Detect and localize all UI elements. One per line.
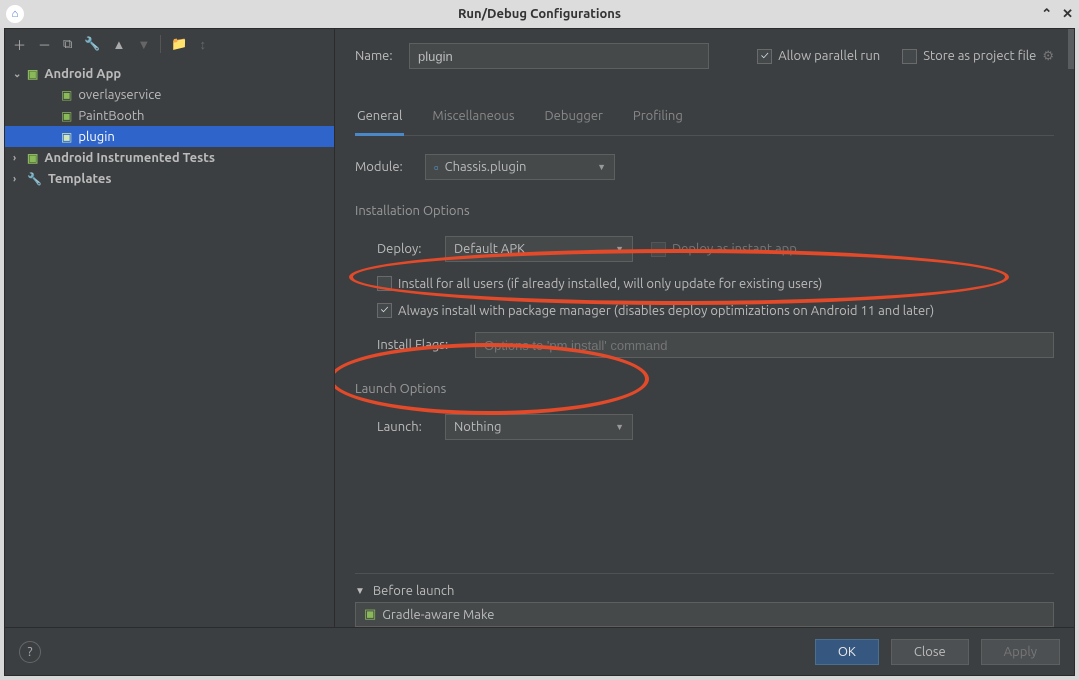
tree-group-label: Android Instrumented Tests (44, 151, 215, 165)
before-launch-header[interactable]: ▼ Before launch (355, 580, 1054, 602)
android-icon: ▣ (61, 130, 72, 144)
checkbox-label: Install for all users (if already instal… (398, 277, 822, 291)
scrollbar[interactable] (1068, 29, 1074, 627)
module-label: Module: (355, 160, 415, 174)
allow-parallel-checkbox[interactable]: Allow parallel run (757, 49, 880, 64)
chevron-down-icon: ▼ (615, 422, 624, 432)
tree-toolbar: ＋ － ⧉ 🔧 ▲ ▼ 📁 ↕ (5, 29, 334, 59)
android-test-icon: ▣ (27, 151, 38, 165)
android-icon: ▣ (364, 607, 376, 622)
tree-group-android-app[interactable]: ⌄ ▣ Android App (5, 63, 334, 84)
checkbox-icon (377, 303, 392, 318)
module-icon: ▫ (434, 160, 439, 175)
checkbox-icon (902, 49, 917, 64)
chevron-right-icon: › (13, 152, 27, 163)
launch-value: Nothing (454, 420, 501, 434)
name-input[interactable] (409, 43, 709, 69)
install-flags-label: Install Flags: (377, 338, 465, 352)
checkbox-icon (377, 276, 392, 291)
remove-config-icon[interactable]: － (38, 35, 51, 54)
deploy-instant-checkbox[interactable]: Deploy as instant app (651, 242, 797, 257)
checkbox-label: Always install with package manager (dis… (398, 304, 934, 318)
wrench-icon: 🔧 (27, 172, 42, 186)
launch-label: Launch: (377, 420, 435, 434)
gear-icon[interactable]: ⚙ (1042, 49, 1054, 64)
android-icon: ▣ (61, 109, 72, 123)
tree-group-label: Templates (48, 172, 112, 186)
install-all-users-checkbox[interactable]: Install for all users (if already instal… (377, 276, 1054, 291)
tree-item-label: plugin (78, 130, 115, 144)
tab-bar: General Miscellaneous Debugger Profiling (355, 103, 1054, 136)
tree-item-paintbooth[interactable]: ▣ PaintBooth (5, 105, 334, 126)
launch-options-title: Launch Options (355, 382, 1054, 396)
chevron-down-icon: ⌄ (13, 68, 27, 80)
tab-debugger[interactable]: Debugger (542, 103, 604, 135)
android-icon: ▣ (61, 88, 72, 102)
checkbox-icon (651, 242, 666, 257)
chevron-right-icon: › (13, 173, 27, 184)
ok-button[interactable]: OK (815, 639, 879, 665)
chevron-down-icon: ▼ (615, 244, 624, 254)
tree-group-templates[interactable]: › 🔧 Templates (5, 168, 334, 189)
tab-profiling[interactable]: Profiling (631, 103, 685, 135)
copy-config-icon[interactable]: ⧉ (63, 37, 72, 52)
tree-item-label: overlayservice (78, 88, 161, 102)
launch-select[interactable]: Nothing ▼ (445, 414, 633, 440)
before-launch-title: Before launch (373, 584, 454, 598)
before-launch-item-label: Gradle-aware Make (382, 608, 494, 622)
config-tree-panel: ＋ － ⧉ 🔧 ▲ ▼ 📁 ↕ ⌄ ▣ Android App ▣ overla… (5, 29, 335, 627)
module-value: Chassis.plugin (445, 160, 527, 174)
window-title: Run/Debug Configurations (458, 7, 621, 21)
deploy-value: Default APK (454, 242, 525, 256)
titlebar: ⌂ Run/Debug Configurations ⌃ ✕ (0, 0, 1079, 28)
config-form-panel: Name: Allow parallel run Store as projec… (335, 29, 1074, 627)
folder-icon[interactable]: 📁 (171, 37, 187, 52)
checkbox-icon (757, 49, 772, 64)
chevron-down-icon: ▼ (355, 585, 365, 597)
move-up-icon[interactable]: ▲ (113, 37, 126, 52)
store-as-project-checkbox[interactable]: Store as project file ⚙ (902, 49, 1054, 64)
installation-options-title: Installation Options (355, 204, 1054, 218)
dialog-footer: ? OK Close Apply (5, 627, 1074, 675)
sort-icon[interactable]: ↕ (199, 37, 206, 52)
help-button[interactable]: ? (19, 641, 41, 663)
deploy-select[interactable]: Default APK ▼ (445, 236, 633, 262)
before-launch-section: ▼ Before launch ▣ Gradle-aware Make (355, 573, 1054, 627)
close-button[interactable]: Close (891, 639, 969, 665)
tab-miscellaneous[interactable]: Miscellaneous (430, 103, 516, 135)
tree-item-label: PaintBooth (78, 109, 144, 123)
add-config-icon[interactable]: ＋ (13, 35, 26, 54)
config-tree[interactable]: ⌄ ▣ Android App ▣ overlayservice ▣ Paint… (5, 59, 334, 627)
module-select[interactable]: ▫ Chassis.plugin ▼ (425, 154, 615, 180)
always-package-manager-checkbox[interactable]: Always install with package manager (dis… (377, 303, 1054, 318)
checkbox-label: Deploy as instant app (672, 242, 797, 256)
chevron-down-icon: ▼ (597, 162, 606, 172)
install-flags-input[interactable] (475, 332, 1054, 358)
tree-item-plugin[interactable]: ▣ plugin (5, 126, 334, 147)
tree-group-label: Android App (44, 67, 121, 81)
name-label: Name: (355, 49, 409, 63)
apply-button[interactable]: Apply (981, 639, 1060, 665)
android-icon: ▣ (27, 67, 38, 81)
close-window-icon[interactable]: ✕ (1062, 7, 1073, 22)
minimize-icon[interactable]: ⌃ (1041, 7, 1052, 22)
deploy-label: Deploy: (377, 242, 435, 256)
before-launch-item[interactable]: ▣ Gradle-aware Make (355, 602, 1054, 627)
move-down-icon[interactable]: ▼ (137, 37, 150, 52)
checkbox-label: Allow parallel run (778, 49, 880, 63)
tree-group-instrumented-tests[interactable]: › ▣ Android Instrumented Tests (5, 147, 334, 168)
tab-general[interactable]: General (355, 103, 404, 136)
toolbar-separator (160, 35, 161, 53)
tree-item-overlayservice[interactable]: ▣ overlayservice (5, 84, 334, 105)
edit-config-icon[interactable]: 🔧 (84, 37, 100, 52)
app-icon: ⌂ (6, 5, 24, 23)
checkbox-label: Store as project file (923, 49, 1036, 63)
